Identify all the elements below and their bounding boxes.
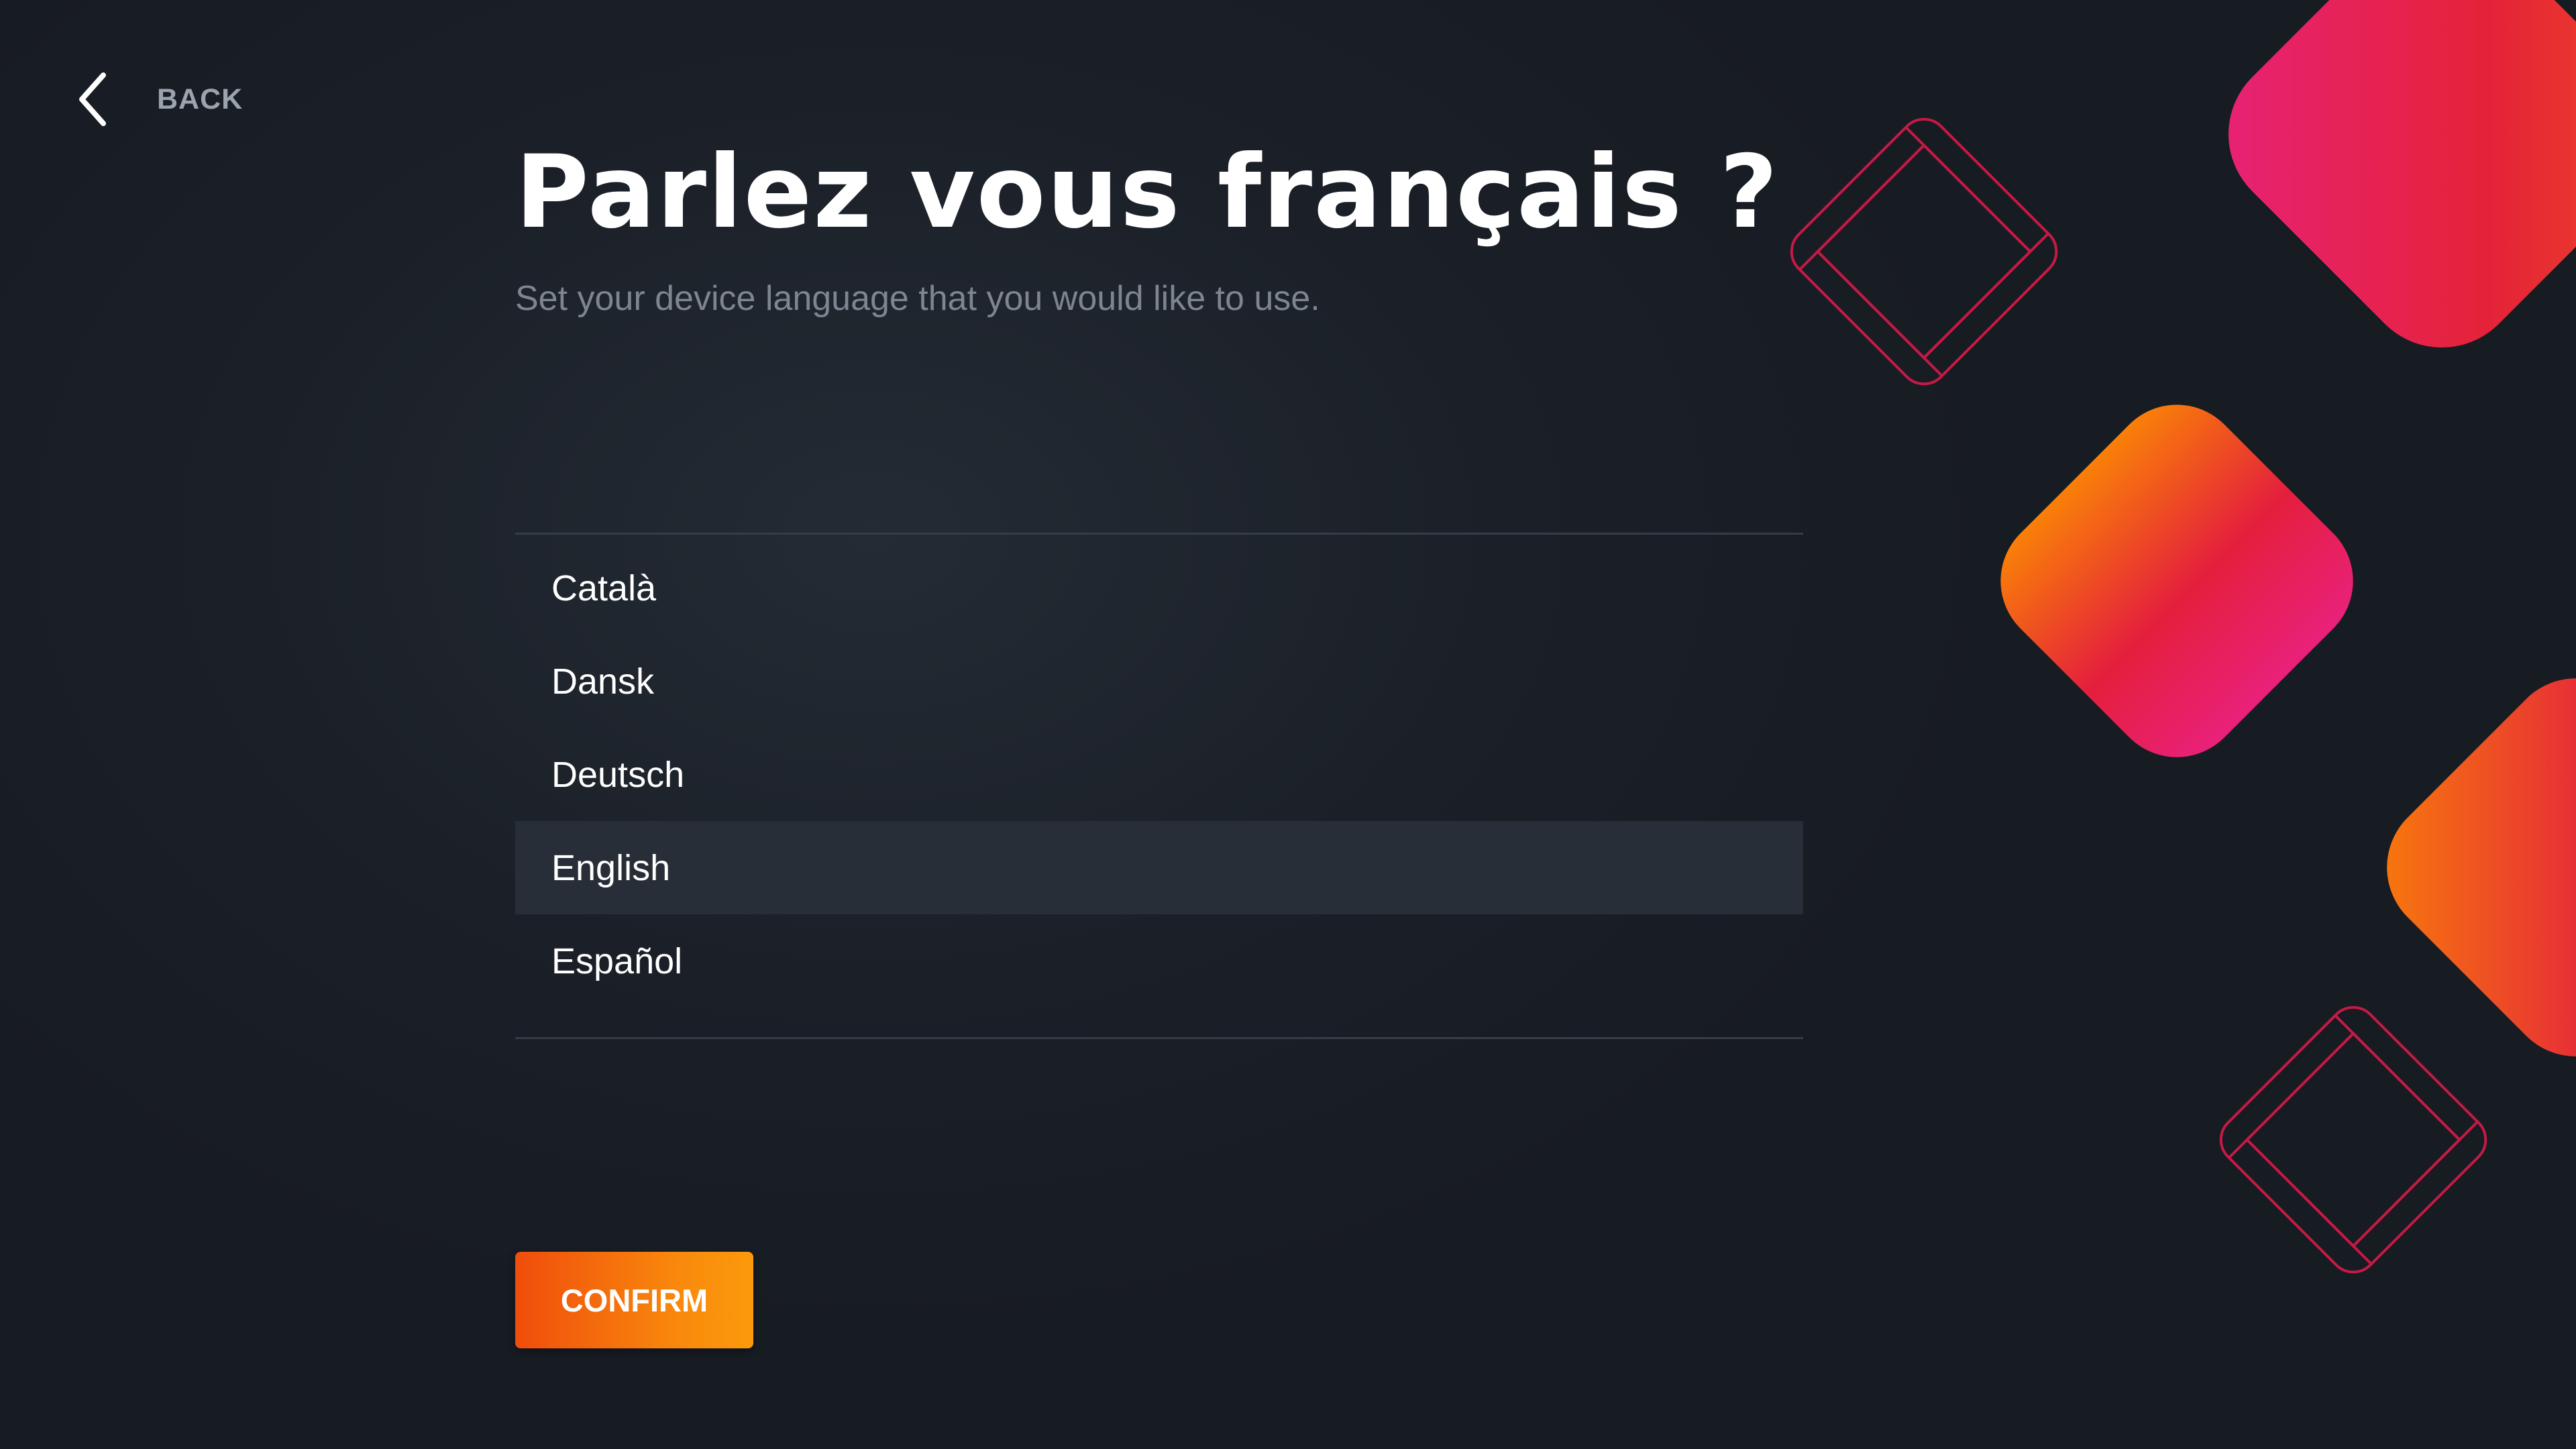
page-subtitle: Set your device language that you would … (515, 279, 1320, 318)
language-list: Català Dansk Deutsch English Español (515, 533, 1803, 1039)
language-option-english[interactable]: English (515, 821, 1803, 914)
page-title: Parlez vous français ? (515, 134, 1780, 251)
back-label: BACK (157, 83, 244, 115)
diamond-shape-middle (2000, 405, 2353, 757)
language-option-dansk[interactable]: Dansk (515, 635, 1803, 728)
language-option-catala[interactable]: Català (515, 541, 1803, 635)
language-option-deutsch[interactable]: Deutsch (515, 728, 1803, 821)
diamond-shape-top (2229, 0, 2576, 347)
confirm-button[interactable]: CONFIRM (515, 1252, 753, 1348)
outline-diamond-bottom (2219, 1006, 2487, 1274)
back-button[interactable]: BACK (74, 67, 243, 131)
language-option-espanol[interactable]: Español (515, 914, 1803, 1008)
chevron-left-icon (79, 72, 106, 126)
diamond-shape-right (2387, 678, 2576, 1057)
outline-diamond-top (1790, 117, 2058, 386)
